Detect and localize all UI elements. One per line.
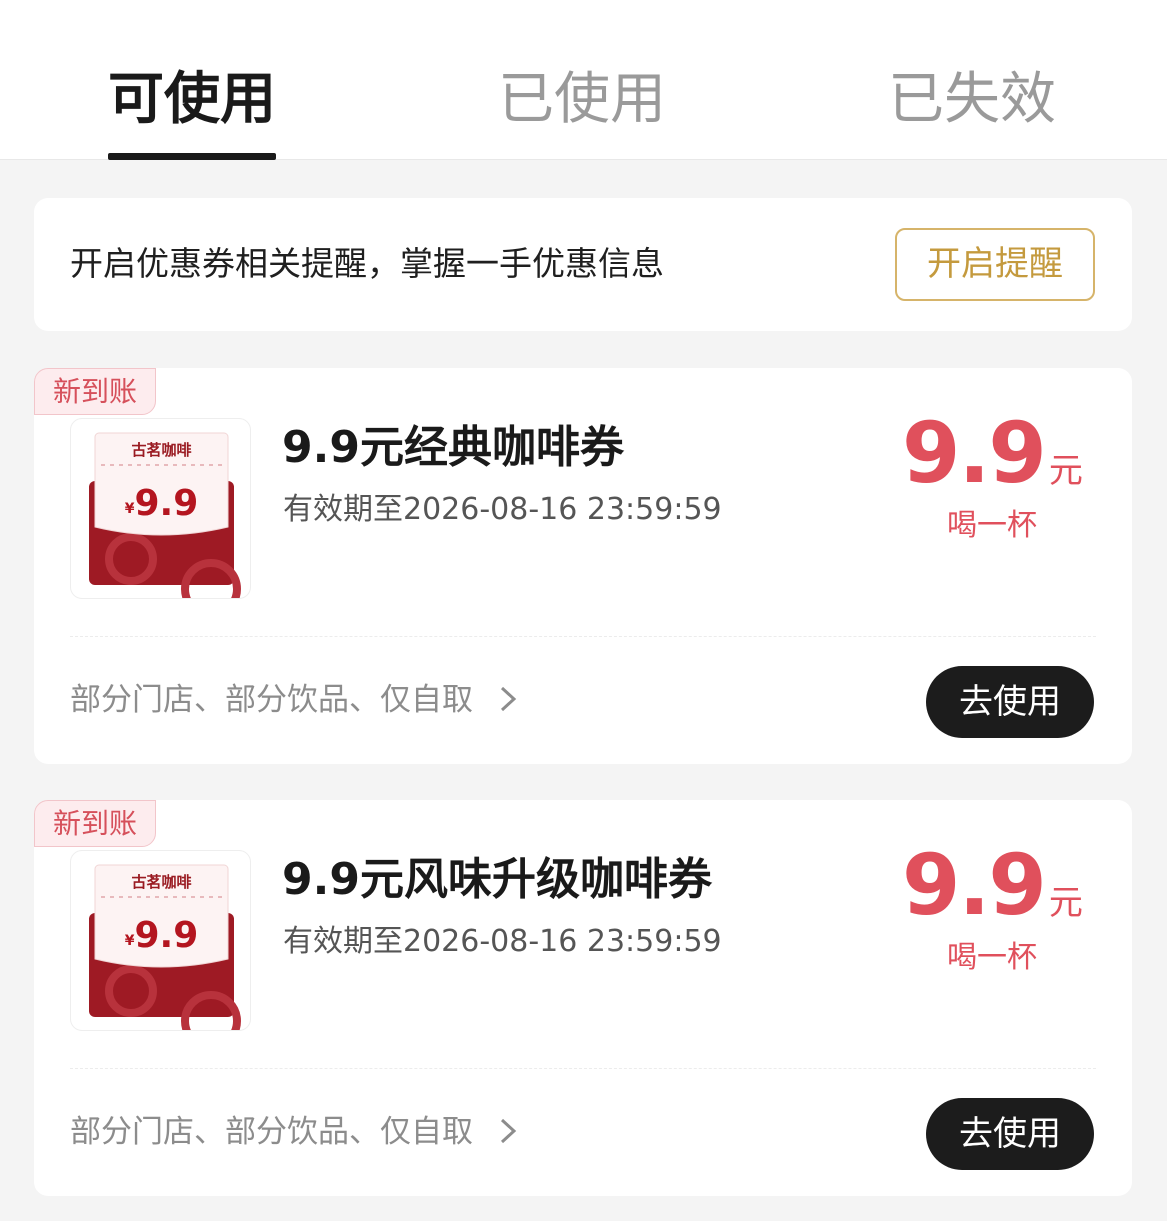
thumb-brand: 古茗咖啡	[131, 873, 192, 891]
card-divider	[70, 1068, 1096, 1069]
thumb-brand: 古茗咖啡	[131, 441, 192, 459]
new-arrival-badge: 新到账	[34, 368, 157, 415]
coupon-terms-link[interactable]: 部分门店、部分饮品、仅自取	[70, 1108, 517, 1156]
tab-available[interactable]: 可使用	[108, 60, 276, 140]
new-arrival-badge: 新到账	[34, 800, 157, 847]
chevron-right-icon	[489, 682, 517, 718]
coupon-value-note: 喝一杯	[947, 508, 1037, 543]
coupon-title: 9.9元风味升级咖啡券	[282, 854, 712, 905]
thumb-price: ¥9.9	[124, 483, 199, 524]
coupon-expiry: 有效期至2026-08-16 23:59:59	[283, 924, 722, 959]
coupon-expiry: 有效期至2026-08-16 23:59:59	[283, 492, 722, 527]
coupon-terms-link[interactable]: 部分门店、部分饮品、仅自取	[70, 676, 517, 724]
coupon-value-note: 喝一杯	[947, 940, 1037, 975]
coupon-status-tabs: 可使用 已使用 已失效	[0, 0, 1167, 160]
chevron-right-icon	[489, 1114, 517, 1150]
active-tab-indicator	[108, 153, 276, 160]
use-coupon-button[interactable]: 去使用	[926, 1098, 1094, 1170]
tab-expired[interactable]: 已失效	[888, 60, 1056, 140]
thumb-price: ¥9.9	[124, 915, 199, 956]
coupon-title: 9.9元经典咖啡券	[282, 422, 624, 473]
coupon-card[interactable]: 新到账 古茗咖啡 ¥9.9 9.9元风味升级咖啡券 有效期至2026-08-16…	[34, 800, 1132, 1196]
coupon-value: 9.9 元	[902, 836, 1083, 934]
coupon-thumbnail: 古茗咖啡 ¥9.9	[70, 850, 251, 1031]
card-divider	[70, 636, 1096, 637]
use-coupon-button[interactable]: 去使用	[926, 666, 1094, 738]
coupon-value: 9.9 元	[902, 404, 1083, 502]
coupon-card[interactable]: 新到账 古茗咖啡 ¥9.9 9.9元经典咖啡券 有效期至2026-08-16 2…	[34, 368, 1132, 764]
reminder-text: 开启优惠券相关提醒，掌握一手优惠信息	[70, 244, 664, 283]
reminder-banner: 开启优惠券相关提醒，掌握一手优惠信息 开启提醒	[34, 198, 1132, 331]
enable-reminder-button[interactable]: 开启提醒	[895, 228, 1095, 301]
coupon-thumbnail: 古茗咖啡 ¥9.9	[70, 418, 251, 599]
tab-used[interactable]: 已使用	[498, 60, 666, 140]
